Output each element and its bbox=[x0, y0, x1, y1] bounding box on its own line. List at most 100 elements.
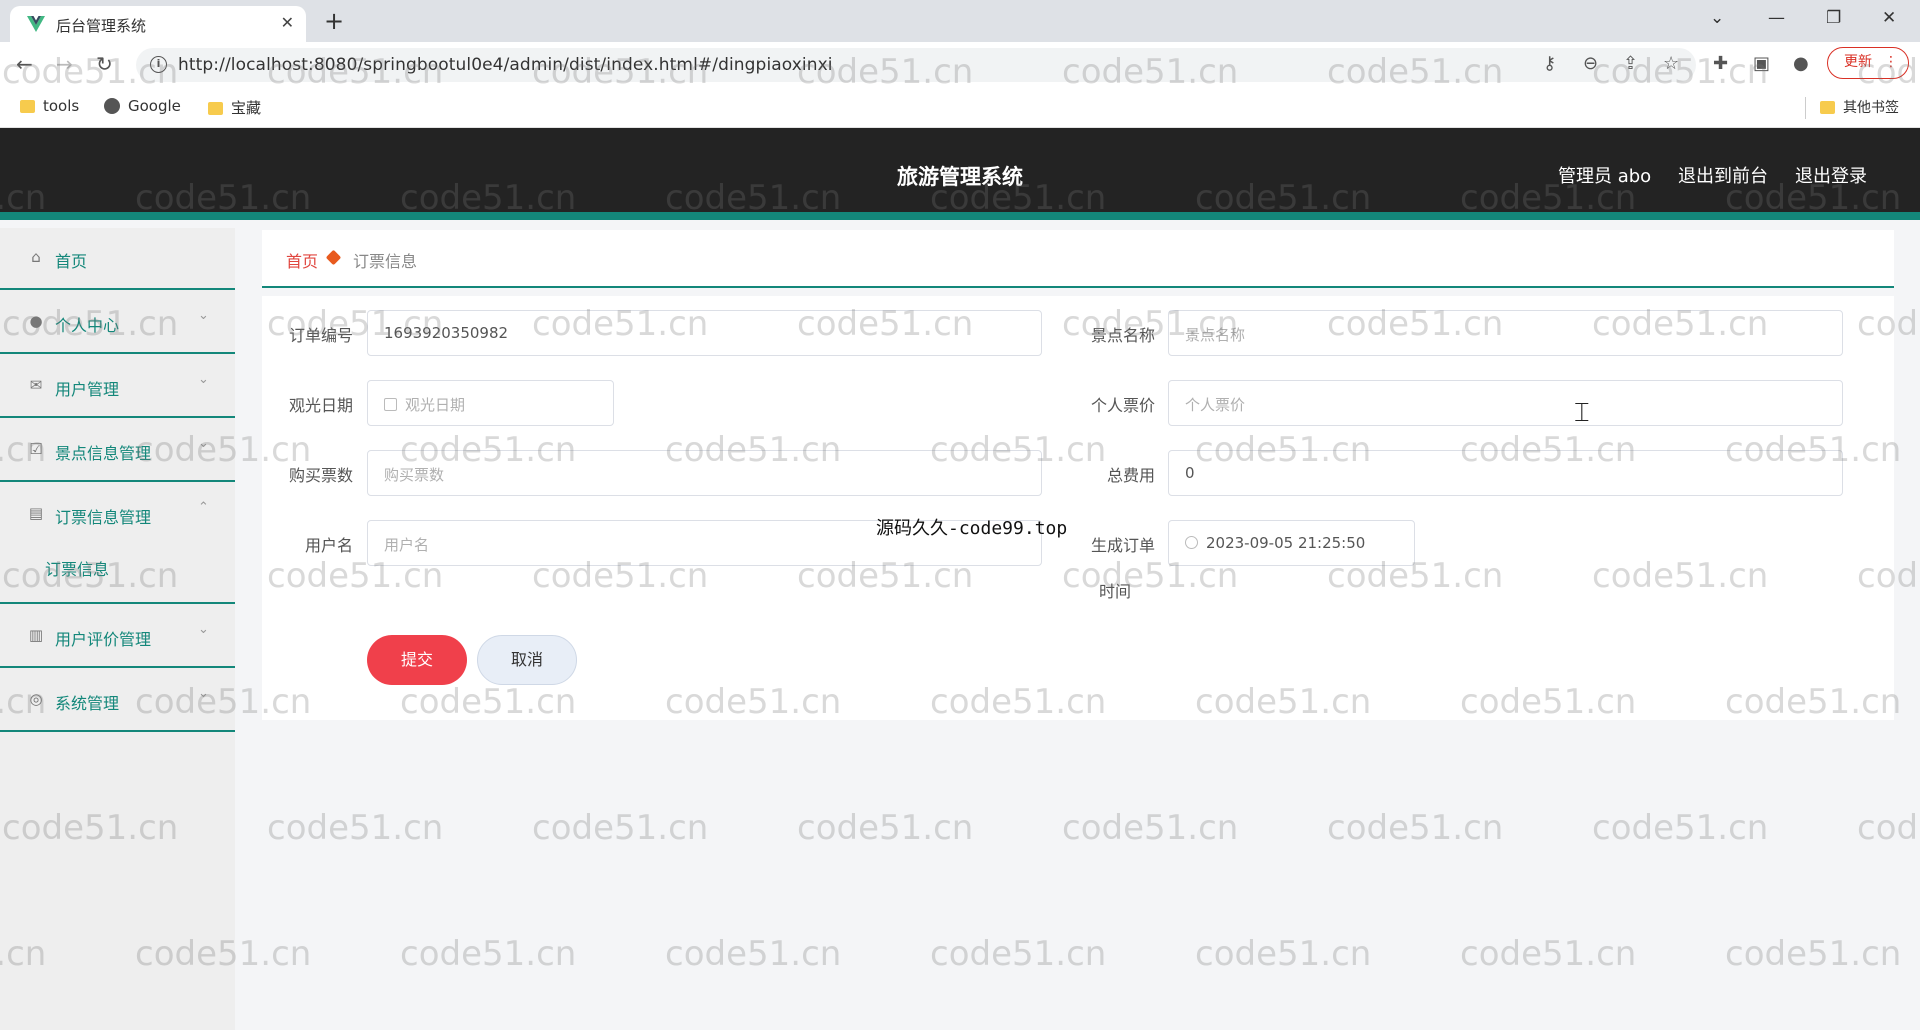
calendar-icon bbox=[384, 398, 397, 411]
watermark-text: code51.cn bbox=[1592, 808, 1769, 848]
address-bar[interactable]: i http://localhost:8080/springbootul0e4/… bbox=[136, 48, 1696, 82]
extensions-icon[interactable]: ✚ bbox=[1713, 53, 1728, 74]
back-icon[interactable]: ← bbox=[16, 52, 33, 76]
created-time-label-line2: 时间 bbox=[1098, 582, 1131, 601]
breadcrumb: 首页 订票信息 bbox=[262, 230, 1894, 288]
sidebar-item-system-management[interactable]: ◎ 系统管理 ⌄ bbox=[0, 670, 235, 732]
vue-logo-icon bbox=[27, 16, 45, 32]
new-tab-icon[interactable]: + bbox=[324, 6, 344, 36]
watermark-text: code51.cn bbox=[1460, 934, 1637, 974]
breadcrumb-separator-icon bbox=[325, 249, 342, 266]
created-time-label: 生成订单 bbox=[1090, 536, 1155, 555]
close-tab-icon[interactable]: ✕ bbox=[281, 13, 294, 32]
exit-to-front-link[interactable]: 退出到前台 bbox=[1678, 162, 1768, 188]
watermark-text: code51.cn bbox=[1195, 934, 1372, 974]
browser-toolbar: ← → ↻ i http://localhost:8080/springboot… bbox=[0, 42, 1920, 88]
ticket-count-label: 购买票数 bbox=[288, 466, 353, 485]
sidebar-item-personal-center[interactable]: ● 个人中心 ⌄ bbox=[0, 292, 235, 354]
key-icon[interactable]: ⚷ bbox=[1543, 53, 1556, 74]
clock-icon bbox=[1185, 536, 1198, 549]
restore-icon[interactable]: ❐ bbox=[1826, 8, 1841, 28]
text-cursor-icon: ⌶ bbox=[1574, 398, 1590, 428]
chevron-down-icon: ⌄ bbox=[198, 372, 209, 387]
zoom-icon[interactable]: ⊖ bbox=[1583, 53, 1598, 74]
chevron-down-icon: ⌄ bbox=[198, 436, 209, 451]
close-window-icon[interactable]: ✕ bbox=[1882, 8, 1896, 28]
price-label: 个人票价 bbox=[1090, 396, 1155, 415]
sidebar-item-user-management[interactable]: ✉ 用户管理 ⌄ bbox=[0, 356, 235, 418]
side-panel-icon[interactable]: ▣ bbox=[1753, 53, 1770, 74]
admin-user-label: 管理员 abo bbox=[1558, 166, 1652, 187]
site-info-icon[interactable]: i bbox=[150, 56, 167, 73]
reload-icon[interactable]: ↻ bbox=[96, 52, 113, 76]
browser-tab[interactable]: 后台管理系统 ✕ bbox=[10, 6, 306, 42]
username-label: 用户名 bbox=[304, 536, 353, 555]
total-label: 总费用 bbox=[1106, 466, 1155, 485]
created-time-picker[interactable]: 2023-09-05 21:25:50 bbox=[1168, 520, 1415, 566]
chevron-down-icon: ⌄ bbox=[198, 622, 209, 637]
globe-icon bbox=[104, 98, 120, 114]
logout-link[interactable]: 退出登录 bbox=[1795, 162, 1867, 188]
chevron-down-icon: ⌄ bbox=[198, 686, 209, 701]
home-icon: ⌂ bbox=[31, 248, 41, 266]
watermark-text: code51.cn bbox=[930, 934, 1107, 974]
order-no-label: 订单编号 bbox=[288, 326, 353, 345]
overlay-watermark-text: 源码久久-code99.top bbox=[876, 518, 1068, 539]
share-icon[interactable]: ⇪ bbox=[1623, 53, 1638, 74]
bookmark-divider bbox=[1805, 97, 1806, 119]
sidebar-item-ticket-management[interactable]: ▤ 订票信息管理 ⌃ bbox=[0, 484, 235, 604]
update-button[interactable]: 更新 ⋮ bbox=[1827, 47, 1909, 79]
folder-icon bbox=[20, 100, 35, 113]
watermark-text: code51.cn bbox=[1062, 808, 1239, 848]
visit-date-label: 观光日期 bbox=[288, 396, 353, 415]
bookmark-tools[interactable]: tools bbox=[20, 97, 79, 115]
bookmarks-bar: tools Google 宝藏 其他书签 bbox=[0, 88, 1920, 128]
update-label: 更新 bbox=[1844, 54, 1872, 70]
spot-name-input[interactable]: 景点名称 bbox=[1168, 310, 1843, 356]
url-text[interactable]: http://localhost:8080/springbootul0e4/ad… bbox=[178, 55, 833, 75]
forward-icon[interactable]: → bbox=[56, 52, 73, 76]
watermark-text: code51.cn bbox=[267, 808, 444, 848]
order-no-input[interactable]: 1693920350982 bbox=[367, 310, 1042, 356]
breadcrumb-home[interactable]: 首页 bbox=[286, 248, 318, 272]
sidebar-item-home[interactable]: ⌂ 首页 bbox=[0, 228, 235, 290]
other-bookmarks[interactable]: 其他书签 bbox=[1820, 97, 1899, 117]
watermark-text: code51.cn bbox=[665, 934, 842, 974]
ticket-count-input[interactable]: 购买票数 bbox=[367, 450, 1042, 496]
folder-icon bbox=[1820, 101, 1835, 114]
settings-icon: ◎ bbox=[29, 690, 43, 708]
submit-button[interactable]: 提交 bbox=[367, 635, 467, 685]
total-input[interactable]: 0 bbox=[1168, 450, 1843, 496]
tab-title: 后台管理系统 bbox=[56, 17, 147, 35]
app-header: 旅游管理系统 管理员 abo 退出到前台 退出登录 bbox=[0, 128, 1920, 220]
sidebar-item-review-management[interactable]: ▥ 用户评价管理 ⌄ bbox=[0, 606, 235, 668]
bookmark-star-icon[interactable]: ☆ bbox=[1663, 53, 1679, 74]
browser-tab-bar: 后台管理系统 ✕ + ⌄ — ❐ ✕ bbox=[0, 0, 1920, 42]
price-input[interactable]: 个人票价 bbox=[1168, 380, 1843, 426]
spot-name-label: 景点名称 bbox=[1090, 326, 1155, 345]
mail-icon: ✉ bbox=[29, 376, 43, 394]
profile-avatar-icon[interactable]: ● bbox=[1793, 53, 1809, 74]
tab-search-chevron-icon[interactable]: ⌄ bbox=[1710, 8, 1724, 28]
chevron-down-icon: ⌄ bbox=[198, 308, 209, 323]
watermark-text: code51.cn bbox=[1857, 808, 1920, 848]
user-icon: ● bbox=[29, 312, 43, 330]
bookmark-google[interactable]: Google bbox=[104, 97, 181, 115]
watermark-text: code51.cn bbox=[532, 808, 709, 848]
breadcrumb-current: 订票信息 bbox=[353, 252, 418, 271]
sidebar-item-spot-management[interactable]: ☑ 景点信息管理 ⌄ bbox=[0, 420, 235, 482]
folder-icon bbox=[208, 102, 223, 115]
watermark-text: code51.cn bbox=[400, 934, 577, 974]
clipboard-icon: ▤ bbox=[28, 504, 44, 522]
visit-date-picker[interactable]: 观光日期 bbox=[367, 380, 614, 426]
bar-chart-icon: ▥ bbox=[28, 626, 44, 644]
minimize-icon[interactable]: — bbox=[1768, 8, 1785, 28]
watermark-text: code51.cn bbox=[797, 808, 974, 848]
chevron-up-icon: ⌃ bbox=[198, 500, 209, 515]
bookmark-treasure[interactable]: 宝藏 bbox=[208, 97, 261, 118]
more-menu-icon: ⋮ bbox=[1884, 54, 1898, 70]
sidebar-subitem-ticket-info[interactable]: 订票信息 bbox=[45, 556, 109, 580]
watermark-text: code51.cn bbox=[1725, 934, 1902, 974]
sidebar: ⌂ 首页 ● 个人中心 ⌄ ✉ 用户管理 ⌄ ☑ 景点信息管理 ⌄ ▤ 订票信息… bbox=[0, 228, 235, 1030]
cancel-button[interactable]: 取消 bbox=[477, 635, 577, 685]
